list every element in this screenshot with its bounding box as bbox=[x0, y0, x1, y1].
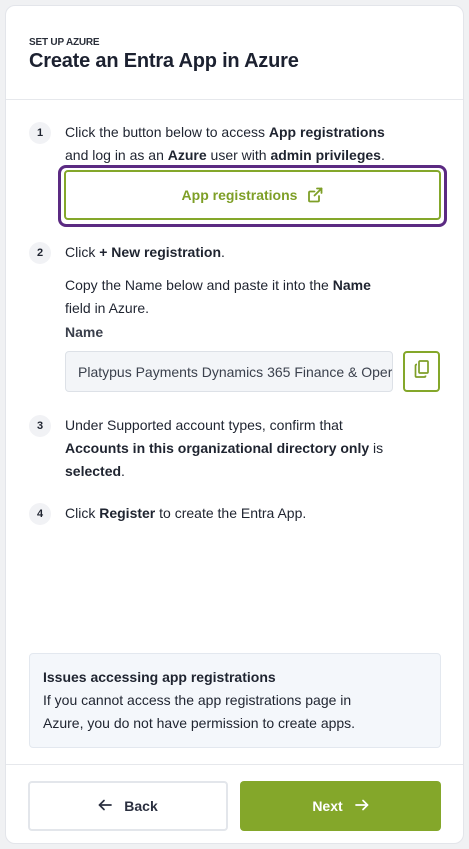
page-title: Create an Entra App in Azure bbox=[29, 50, 299, 72]
info-line-2: Azure, you do not have permission to cre… bbox=[43, 715, 356, 731]
copy-icon bbox=[414, 360, 430, 383]
back-button[interactable]: Back bbox=[28, 781, 228, 831]
info-title: Issues accessing app registrations bbox=[43, 669, 276, 685]
copy-button[interactable] bbox=[403, 351, 440, 392]
step-3-number: 3 bbox=[29, 415, 51, 437]
arrow-right-icon bbox=[354, 798, 369, 814]
app-registrations-button[interactable]: App registrations bbox=[64, 170, 441, 220]
step-1-number: 1 bbox=[29, 122, 51, 144]
step-3-text: Under Supported account types, confirm t… bbox=[65, 417, 384, 479]
step-2-number: 2 bbox=[29, 242, 51, 264]
next-button[interactable]: Next bbox=[240, 781, 441, 831]
name-field-label: Name bbox=[65, 324, 104, 340]
card-footer: Back Next bbox=[6, 764, 463, 843]
info-line-1: If you cannot access the app registratio… bbox=[43, 692, 352, 708]
next-label: Next bbox=[312, 798, 343, 814]
step-2-instructions: Copy the Name below and paste it into th… bbox=[65, 277, 371, 316]
info-callout: Issues accessing app registrations If yo… bbox=[29, 653, 441, 748]
name-field[interactable]: Platypus Payments Dynamics 365 Finance &… bbox=[65, 351, 393, 392]
section-eyebrow: SET UP AZURE bbox=[29, 37, 100, 48]
step-2-text: Click + New registration. bbox=[65, 244, 225, 260]
card-header: SET UP AZURE Create an Entra App in Azur… bbox=[6, 6, 463, 100]
back-label: Back bbox=[124, 798, 158, 814]
external-link-icon bbox=[307, 187, 323, 203]
setup-card: SET UP AZURE Create an Entra App in Azur… bbox=[5, 5, 464, 844]
step-1-text: Click the button below to access App reg… bbox=[65, 124, 385, 163]
step-4-text: Click Register to create the Entra App. bbox=[65, 505, 307, 521]
arrow-left-icon bbox=[98, 798, 113, 814]
app-registrations-label: App registrations bbox=[181, 187, 298, 203]
step-4-number: 4 bbox=[29, 503, 51, 525]
